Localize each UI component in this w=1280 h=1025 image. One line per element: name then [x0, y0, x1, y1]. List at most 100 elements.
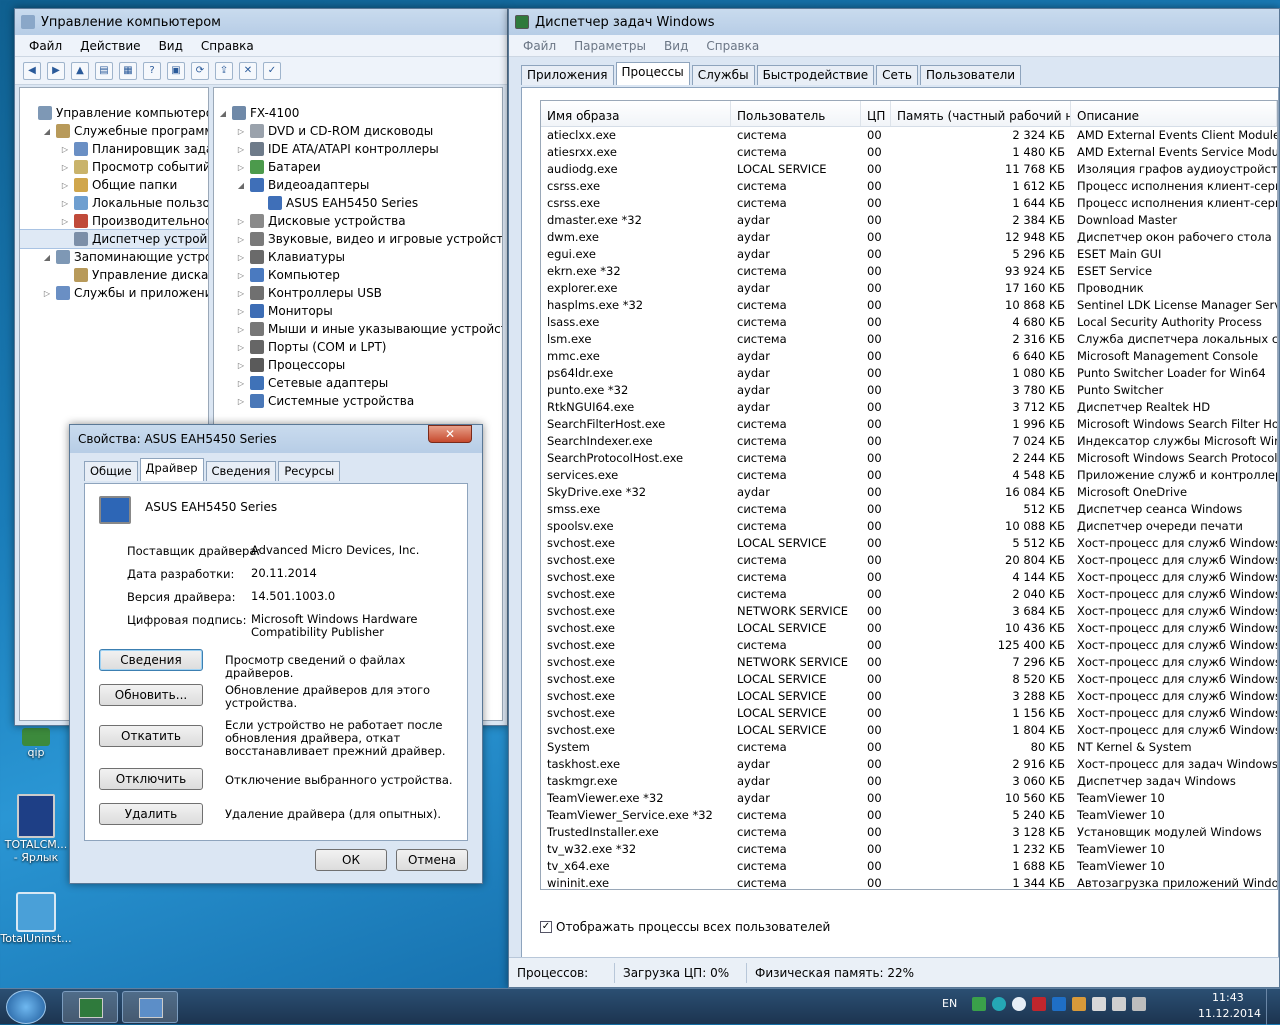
table-row[interactable]: svchost.exe система 00 20 804 КБ Хост-процес… — [541, 552, 1277, 569]
tree-item[interactable]: ▷ Производительность — [20, 212, 208, 230]
pd-tab[interactable]: Драйвер — [139, 458, 204, 481]
tree-item[interactable]: ▷ Службы и приложения — [20, 284, 208, 302]
col-cpu[interactable]: ЦП — [861, 101, 891, 126]
tree-item[interactable]: ◢ Служебные программы — [20, 122, 208, 140]
table-row[interactable]: svchost.exe LOCAL SERVICE 00 10 436 КБ Хост-… — [541, 620, 1277, 637]
collapse-arrow-icon[interactable]: ◢ — [42, 253, 52, 262]
expand-arrow-icon[interactable]: ▷ — [236, 343, 246, 352]
table-row[interactable]: svchost.exe LOCAL SERVICE 00 1 804 КБ Хост-п… — [541, 722, 1277, 739]
taskbar-computer-management[interactable] — [122, 991, 178, 1023]
table-row[interactable]: RtkNGUI64.exe aydar 00 3 712 КБ Диспетчер Re… — [541, 399, 1277, 416]
tm-menu-options[interactable]: Параметры — [574, 39, 646, 53]
expand-arrow-icon[interactable]: ▷ — [42, 289, 52, 298]
volume-icon[interactable] — [1132, 997, 1146, 1011]
driver-action-button[interactable]: Удалить — [99, 803, 203, 825]
tree-item[interactable]: ◢ Запоминающие устройст — [20, 248, 208, 266]
table-row[interactable]: TrustedInstaller.exe система 00 3 128 КБ Уст… — [541, 824, 1277, 841]
table-row[interactable]: lsm.exe система 00 2 316 КБ Служба диспетчер… — [541, 331, 1277, 348]
tree-item[interactable]: ▷ Контроллеры USB — [214, 284, 502, 302]
table-row[interactable]: lsass.exe система 00 4 680 КБ Local Security… — [541, 314, 1277, 331]
uninstall-icon[interactable]: ✕ — [239, 61, 257, 80]
help-icon[interactable]: ? — [143, 61, 161, 80]
desktop-icon-totalcmd[interactable]: TOTALCM... - Ярлык — [0, 794, 72, 864]
expand-arrow-icon[interactable]: ▷ — [236, 397, 246, 406]
driver-action-button[interactable]: Откатить — [99, 725, 203, 747]
table-row[interactable]: SkyDrive.exe *32 aydar 00 16 084 КБ Microsof… — [541, 484, 1277, 501]
pd-tab[interactable]: Общие — [84, 461, 138, 481]
table-row[interactable]: punto.exe *32 aydar 00 3 780 КБ Punto Switch… — [541, 382, 1277, 399]
table-row[interactable]: smss.exe система 00 512 КБ Диспетчер сеанса … — [541, 501, 1277, 518]
expand-arrow-icon[interactable]: ▷ — [60, 145, 70, 154]
table-row[interactable]: dmaster.exe *32 aydar 00 2 384 КБ Download M… — [541, 212, 1277, 229]
tm-tab[interactable]: Службы — [691, 65, 755, 85]
expand-arrow-icon[interactable]: ▷ — [236, 127, 246, 136]
table-row[interactable]: svchost.exe система 00 4 144 КБ Хост-процесс… — [541, 569, 1277, 586]
table-row[interactable]: ekrn.exe *32 система 00 93 924 КБ ESET Servi… — [541, 263, 1277, 280]
expand-arrow-icon[interactable]: ▷ — [236, 379, 246, 388]
tree-item[interactable]: ▷ IDE ATA/ATAPI контроллеры — [214, 140, 502, 158]
tm-tab[interactable]: Приложения — [521, 65, 614, 85]
cm-menu-action[interactable]: Действие — [80, 39, 140, 53]
tree-item[interactable]: ▷ Системные устройства — [214, 392, 502, 410]
action-center-icon[interactable] — [1092, 997, 1106, 1011]
table-row[interactable]: taskhost.exe aydar 00 2 916 КБ Хост-процесс … — [541, 756, 1277, 773]
show-desktop-button[interactable] — [1266, 989, 1280, 1025]
cm-titlebar[interactable]: Управление компьютером — [15, 9, 507, 35]
expand-arrow-icon[interactable]: ▷ — [236, 145, 246, 154]
driver-action-button[interactable]: Сведения — [99, 649, 203, 671]
pd-tab[interactable]: Сведения — [205, 461, 277, 481]
expand-arrow-icon[interactable]: ▷ — [60, 199, 70, 208]
pd-titlebar[interactable]: Свойства: ASUS EAH5450 Series ✕ — [70, 425, 482, 453]
tree-item[interactable]: ▷ Локальные пользовате — [20, 194, 208, 212]
collapse-arrow-icon[interactable]: ◢ — [218, 109, 228, 118]
tree-item[interactable]: ▷ Компьютер — [214, 266, 502, 284]
tm-titlebar[interactable]: Диспетчер задач Windows — [509, 9, 1279, 35]
up-folder-icon[interactable]: ▲ — [71, 61, 89, 80]
table-row[interactable]: taskmgr.exe aydar 00 3 060 КБ Диспетчер зада… — [541, 773, 1277, 790]
expand-arrow-icon[interactable]: ▷ — [236, 235, 246, 244]
cancel-button[interactable]: Отмена — [396, 849, 468, 871]
col-memory[interactable]: Память (частный рабочий набор) — [891, 101, 1071, 126]
tm-tab[interactable]: Быстродействие — [756, 65, 875, 85]
tree-item[interactable]: ◢ Видеоадаптеры — [214, 176, 502, 194]
expand-arrow-icon[interactable]: ▷ — [236, 271, 246, 280]
tree-item[interactable]: Управление компьютером (л — [20, 104, 208, 122]
eset-icon[interactable] — [992, 997, 1006, 1011]
tm-menu-help[interactable]: Справка — [706, 39, 759, 53]
table-row[interactable]: svchost.exe система 00 125 400 КБ Хост-проце… — [541, 637, 1277, 654]
expand-arrow-icon[interactable]: ▷ — [236, 307, 246, 316]
expand-arrow-icon[interactable]: ▷ — [60, 217, 70, 226]
tree-item[interactable]: ▷ Просмотр событий — [20, 158, 208, 176]
close-icon[interactable]: ✕ — [428, 425, 472, 443]
table-row[interactable]: csrss.exe система 00 1 644 КБ Процесс исполн… — [541, 195, 1277, 212]
cm-menu-view[interactable]: Вид — [159, 39, 183, 53]
show-tree-icon[interactable]: ▤ — [95, 61, 113, 80]
table-row[interactable]: dwm.exe aydar 00 12 948 КБ Диспетчер окон ра… — [541, 229, 1277, 246]
tm-menu-view[interactable]: Вид — [664, 39, 688, 53]
tree-item[interactable]: ▷ Процессоры — [214, 356, 502, 374]
export-icon[interactable]: ▦ — [119, 61, 137, 80]
collapse-arrow-icon[interactable]: ◢ — [42, 127, 52, 136]
enable-icon[interactable]: ✓ — [263, 61, 281, 80]
table-row[interactable]: csrss.exe система 00 1 612 КБ Процесс исполн… — [541, 178, 1277, 195]
tm-tab[interactable]: Процессы — [615, 62, 690, 85]
language-indicator[interactable]: EN — [942, 997, 957, 1010]
table-row[interactable]: System система 00 80 КБ NT Kernel & System — [541, 739, 1277, 756]
table-row[interactable]: wininit.exe система 00 1 344 КБ Автозагрузка… — [541, 875, 1277, 889]
table-row[interactable]: SearchFilterHost.exe система 00 1 996 КБ Mic… — [541, 416, 1277, 433]
tree-item[interactable]: ▷ Мыши и иные указывающие устройства — [214, 320, 502, 338]
expand-arrow-icon[interactable]: ▷ — [236, 217, 246, 226]
table-row[interactable]: svchost.exe NETWORK SERVICE 00 7 296 КБ Хост… — [541, 654, 1277, 671]
expand-arrow-icon[interactable]: ▷ — [236, 253, 246, 262]
table-row[interactable]: svchost.exe LOCAL SERVICE 00 5 512 КБ Хост-п… — [541, 535, 1277, 552]
tree-item[interactable]: ▷ Батареи — [214, 158, 502, 176]
realtek-icon[interactable] — [1072, 997, 1086, 1011]
expand-arrow-icon[interactable]: ▷ — [60, 163, 70, 172]
show-all-users[interactable]: ✓ Отображать процессы всех пользователей — [540, 920, 830, 934]
show-all-checkbox[interactable]: ✓ — [540, 921, 552, 933]
expand-arrow-icon[interactable]: ▷ — [236, 289, 246, 298]
tree-item[interactable]: ▷ Общие папки — [20, 176, 208, 194]
scan-hardware-icon[interactable]: ⟳ — [191, 61, 209, 80]
tree-item[interactable]: ASUS EAH5450 Series — [214, 194, 502, 212]
onedrive-icon[interactable] — [1012, 997, 1026, 1011]
